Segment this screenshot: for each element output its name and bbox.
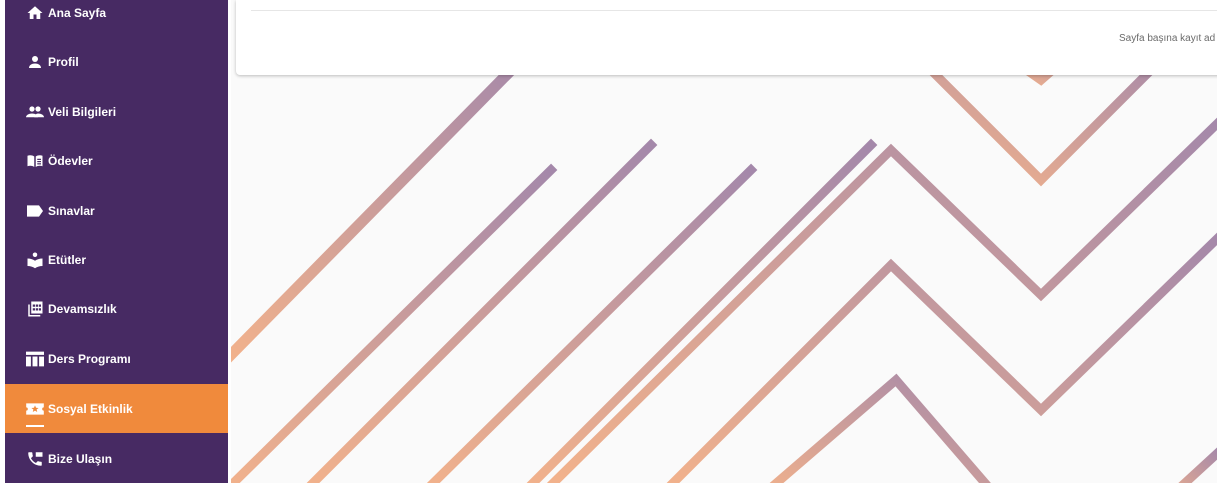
sidebar-item-label: Bize Ulaşın bbox=[48, 451, 113, 466]
person-icon bbox=[25, 52, 45, 72]
sidebar-item-label: Veli Bilgileri bbox=[48, 104, 117, 119]
study-icon bbox=[25, 250, 45, 270]
sidebar-item-label: Profil bbox=[48, 54, 79, 69]
main-content: Sayfa başına kayıt ad bbox=[231, 0, 1217, 483]
sidebar-item-label: Devamsızlık bbox=[48, 301, 117, 316]
calendar-icon bbox=[25, 299, 45, 319]
sidebar-item-etutler[interactable]: Etütler bbox=[5, 235, 228, 284]
records-card: Sayfa başına kayıt ad bbox=[236, 0, 1217, 75]
sidebar-nav: Ana Sayfa Profil Veli Bilgileri Ödevler bbox=[5, 0, 228, 483]
sidebar: Ana Sayfa Profil Veli Bilgileri Ödevler bbox=[0, 0, 231, 483]
sidebar-item-devamsizlik[interactable]: Devamsızlık bbox=[5, 284, 228, 333]
label-icon bbox=[25, 201, 45, 221]
book-icon bbox=[25, 151, 45, 171]
sidebar-item-label: Etütler bbox=[48, 252, 87, 267]
sidebar-item-label: Ana Sayfa bbox=[48, 5, 107, 20]
sidebar-item-ana-sayfa[interactable]: Ana Sayfa bbox=[5, 0, 228, 37]
sidebar-item-label: Sosyal Etkinlik bbox=[48, 401, 133, 416]
people-icon bbox=[25, 102, 45, 122]
divider bbox=[251, 10, 1217, 11]
sidebar-item-sosyal-etkinlik[interactable]: Sosyal Etkinlik bbox=[5, 384, 228, 433]
sidebar-item-profil[interactable]: Profil bbox=[5, 37, 228, 86]
phone-icon bbox=[25, 449, 45, 469]
table-icon bbox=[25, 349, 45, 369]
sidebar-item-label: Sınavlar bbox=[48, 203, 95, 218]
ticket-icon bbox=[25, 399, 45, 427]
per-page-label: Sayfa başına kayıt ad bbox=[1119, 33, 1216, 44]
sidebar-item-odevler[interactable]: Ödevler bbox=[5, 136, 228, 185]
sidebar-item-bize-ulasin[interactable]: Bize Ulaşın bbox=[5, 434, 228, 483]
sidebar-item-sinavlar[interactable]: Sınavlar bbox=[5, 186, 228, 235]
sidebar-item-ders-programi[interactable]: Ders Programı bbox=[5, 334, 228, 383]
home-icon bbox=[25, 3, 45, 23]
sidebar-item-label: Ödevler bbox=[48, 153, 93, 168]
sidebar-item-label: Ders Programı bbox=[48, 351, 131, 366]
sidebar-item-veli-bilgileri[interactable]: Veli Bilgileri bbox=[5, 87, 228, 136]
